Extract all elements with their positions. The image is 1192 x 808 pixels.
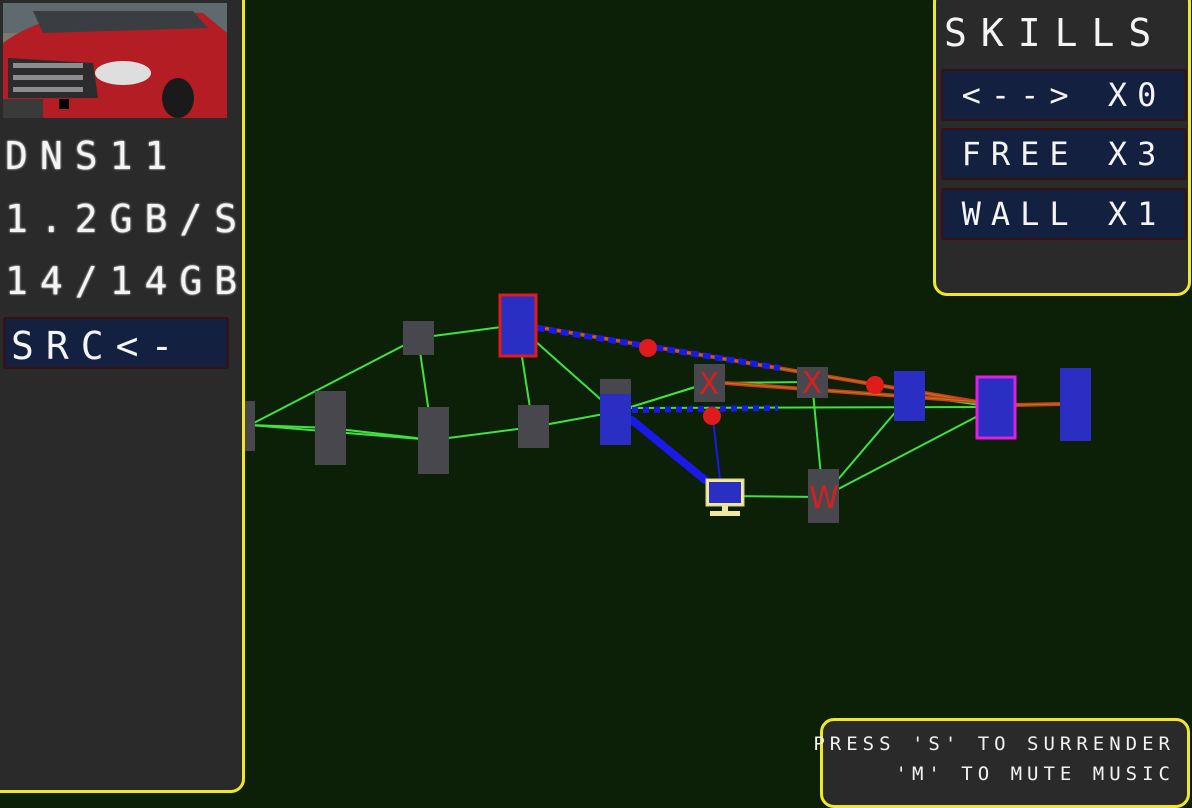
controls-help-panel: PRESS 'S' TO SURRENDER 'M' TO MUTE MUSIC (813, 718, 1190, 808)
source-slot[interactable]: SRC<- (3, 317, 229, 369)
skill-wall-button[interactable]: WALL X1 (941, 188, 1187, 240)
wall-marker: W (809, 481, 839, 516)
target-storage: 14/14GB (5, 259, 250, 303)
node-owned[interactable] (894, 371, 925, 421)
computer-monitor-icon[interactable] (705, 478, 745, 516)
skills-panel: SKILLS <--> X0 FREE X3 WALL X1 (933, 0, 1191, 296)
node-selected-source[interactable] (498, 293, 538, 358)
skill-swap-button[interactable]: <--> X0 (941, 69, 1187, 121)
node[interactable] (418, 407, 449, 474)
target-info-panel: DNS11 1.2GB/S 14/14GB SRC<- (0, 0, 245, 793)
car-image (3, 3, 227, 118)
target-speed: 1.2GB/S (5, 197, 250, 241)
source-slot-label: SRC<- (11, 324, 186, 368)
node-edge[interactable] (245, 401, 255, 451)
red-minivan-photo (3, 3, 227, 118)
packet-streams (536, 325, 781, 484)
blocked-marker: X (699, 367, 720, 402)
node[interactable] (315, 391, 346, 465)
surrender-hint: PRESS 'S' TO SURRENDER (813, 733, 1175, 755)
node-owned[interactable] (1060, 368, 1091, 441)
skill-free-button[interactable]: FREE X3 (941, 128, 1187, 180)
node[interactable] (403, 321, 434, 355)
skills-title: SKILLS (944, 11, 1166, 55)
mute-hint: 'M' TO MUTE MUSIC (895, 763, 1175, 785)
blocked-marker: X (802, 366, 823, 401)
target-host-name: DNS11 (5, 134, 180, 178)
node-owned[interactable] (600, 394, 631, 445)
node-selected-target[interactable] (975, 375, 1017, 440)
node[interactable] (518, 405, 549, 448)
